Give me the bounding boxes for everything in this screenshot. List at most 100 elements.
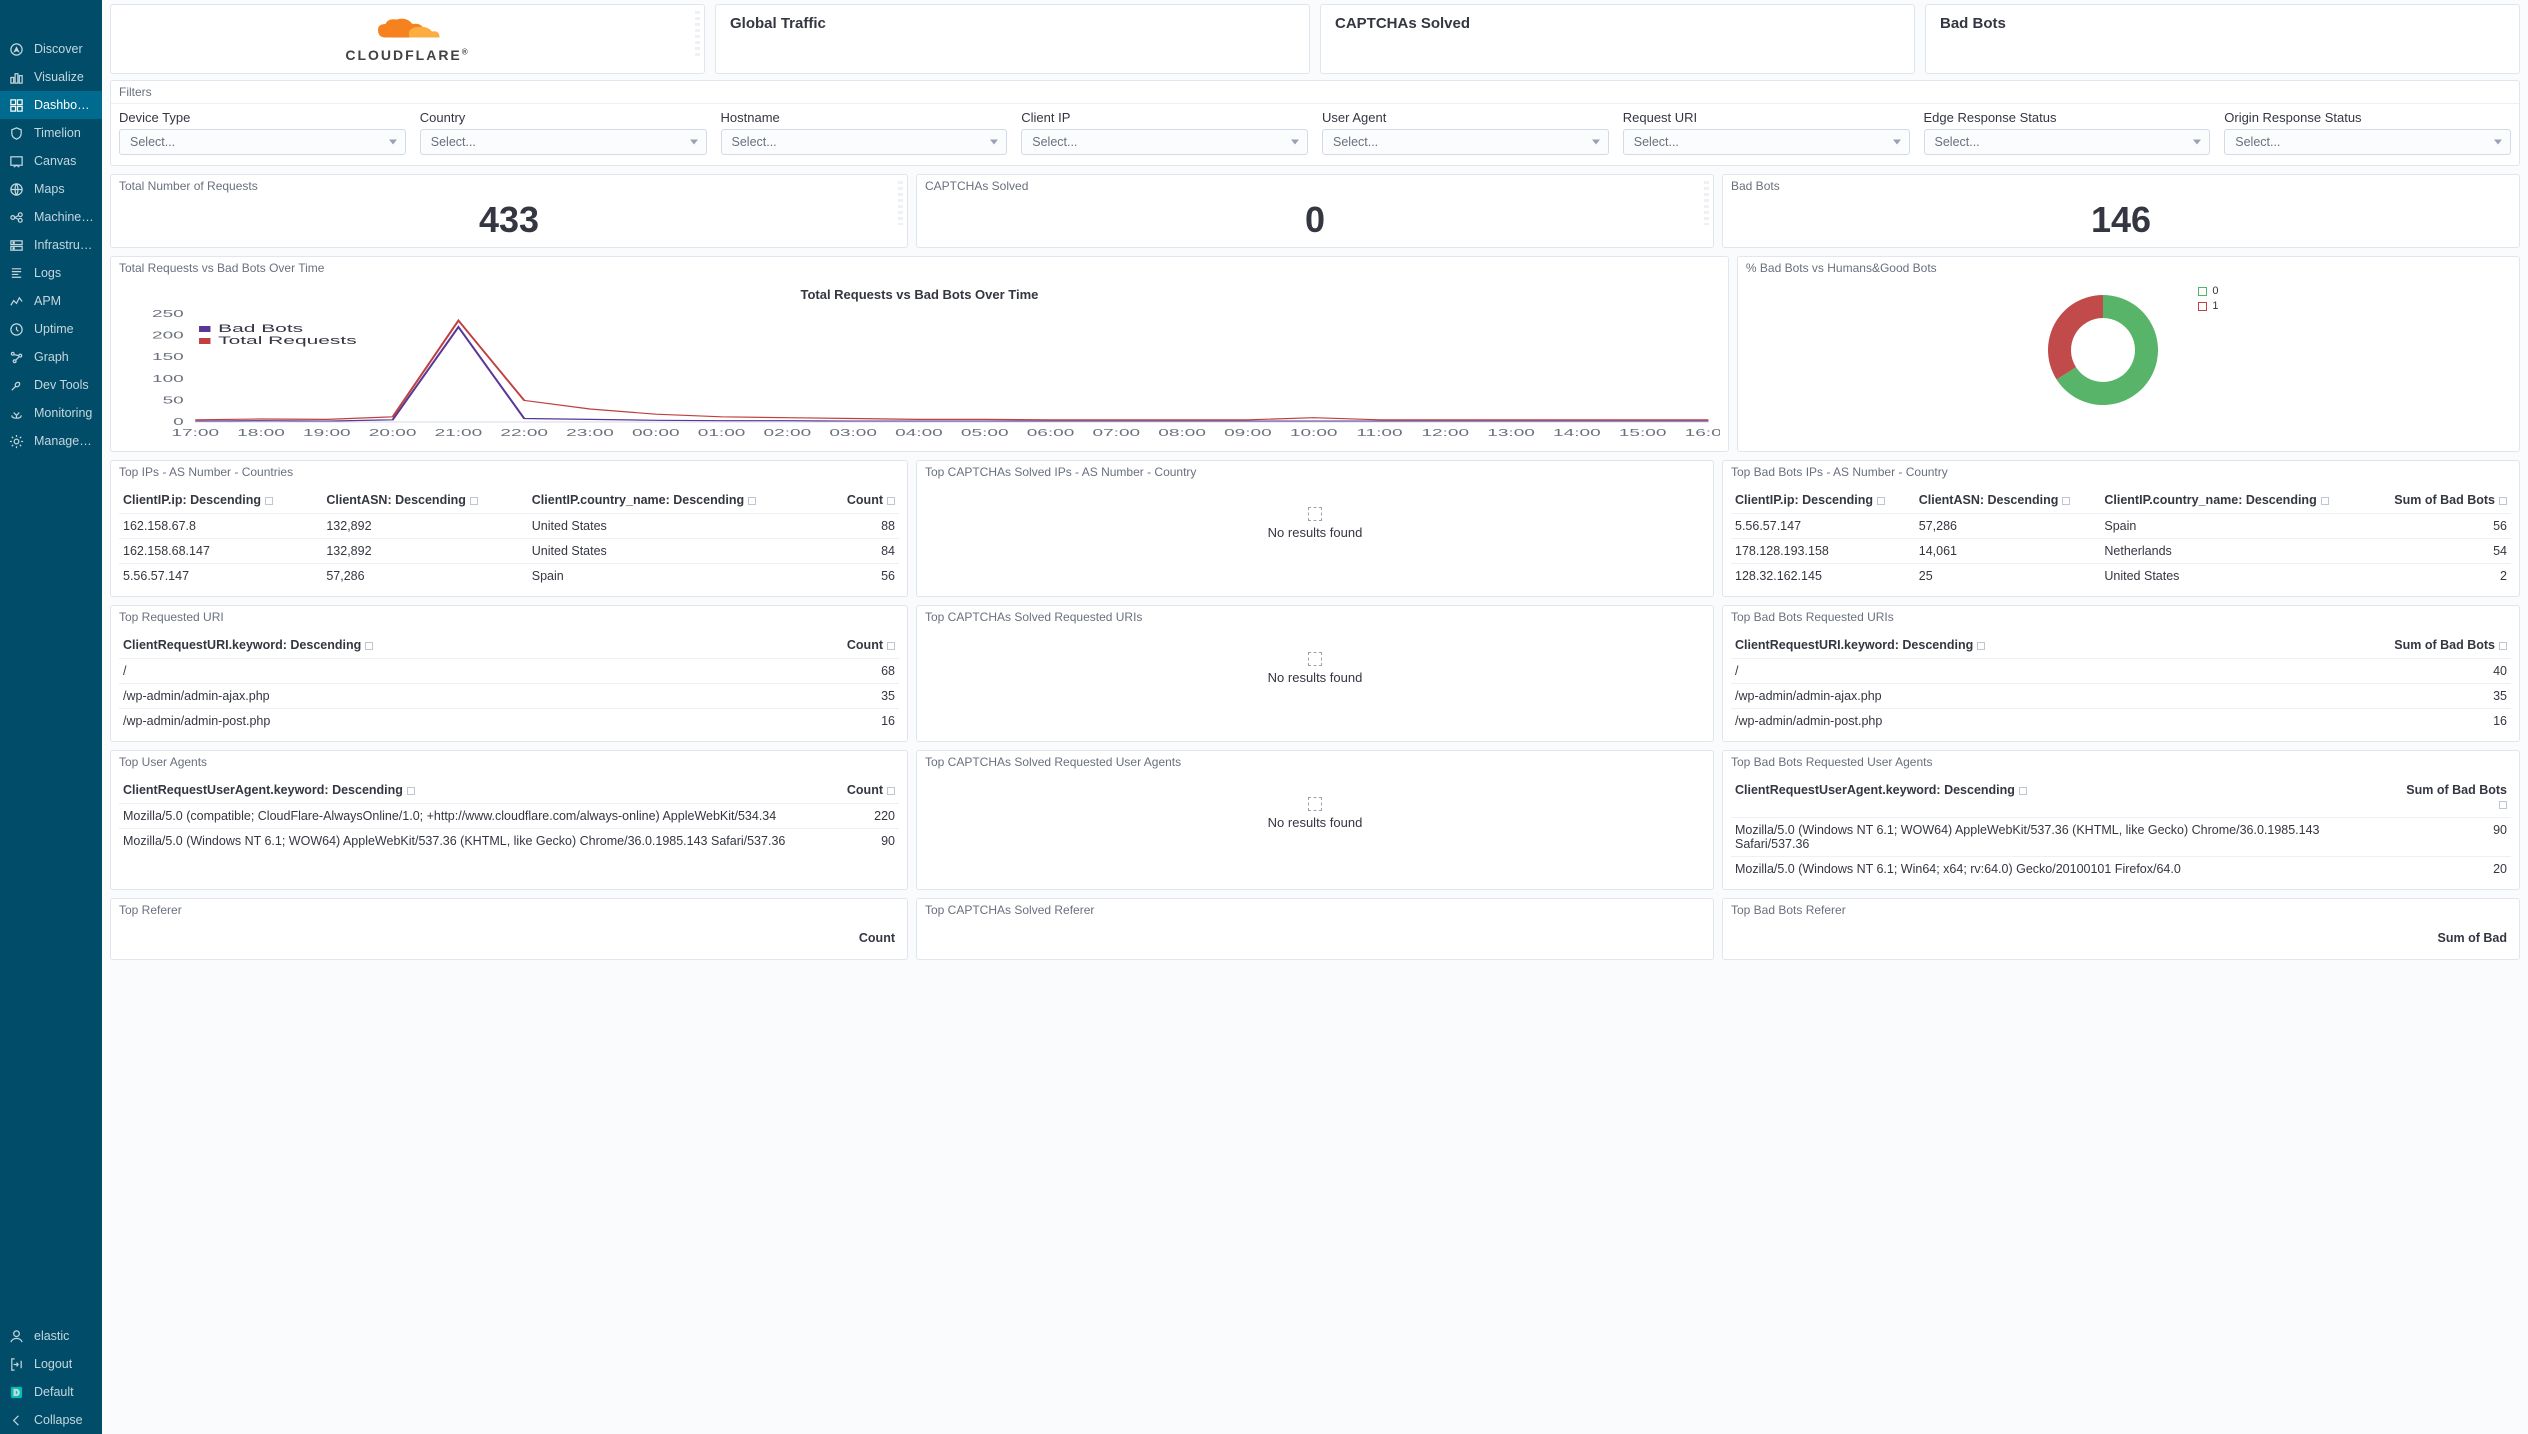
sidebar-footer-elastic[interactable]: elastic [0,1322,102,1350]
filter-select[interactable]: Select... [2224,129,2511,155]
table-req-uri[interactable]: ClientRequestURI.keyword: DescendingCoun… [119,632,899,733]
sort-handle-icon[interactable] [1877,497,1885,505]
column-header[interactable]: ClientASN: Descending [1915,487,2101,514]
table-referer[interactable]: Count [119,925,899,951]
sort-handle-icon[interactable] [365,642,373,650]
table-row[interactable]: 5.56.57.14757,286Spain56 [1731,514,2511,539]
panel-title: Total Requests vs Bad Bots Over Time [111,257,1728,279]
sidebar-item-logs[interactable]: Logs [0,259,102,287]
column-header[interactable]: ClientIP.ip: Descending [1731,487,1915,514]
sidebar-item-graph[interactable]: Graph [0,343,102,371]
table-row[interactable]: /wp-admin/admin-post.php16 [1731,709,2511,734]
column-header[interactable]: Count [827,487,899,514]
sidebar-item-maps[interactable]: Maps [0,175,102,203]
column-header[interactable]: ClientIP.country_name: Descending [2100,487,2370,514]
sidebar-item-management[interactable]: Management [0,427,102,455]
table-badbot-uri[interactable]: ClientRequestURI.keyword: DescendingSum … [1731,632,2511,733]
filter-select[interactable]: Select... [721,129,1008,155]
tab-captchas-solved[interactable]: CAPTCHAs Solved [1320,4,1915,74]
column-header[interactable]: ClientRequestURI.keyword: Descending [1731,632,2263,659]
table-row[interactable]: /wp-admin/admin-ajax.php35 [1731,684,2511,709]
filter-select[interactable]: Select... [1623,129,1910,155]
sort-handle-icon[interactable] [1977,642,1985,650]
sort-handle-icon[interactable] [2062,497,2070,505]
resize-handle-icon[interactable] [898,181,903,225]
table-row[interactable]: 5.56.57.14757,286Spain56 [119,564,899,589]
sort-handle-icon[interactable] [2499,801,2507,809]
table-ua[interactable]: ClientRequestUserAgent.keyword: Descendi… [119,777,899,853]
table-row[interactable]: 162.158.68.147132,892United States84 [119,539,899,564]
table-row[interactable]: Mozilla/5.0 (compatible; CloudFlare-Alwa… [119,804,899,829]
sort-handle-icon[interactable] [2499,642,2507,650]
table-row[interactable]: Mozilla/5.0 (Windows NT 6.1; WOW64) Appl… [1731,818,2511,857]
resize-handle-icon[interactable] [695,11,700,59]
sort-handle-icon[interactable] [887,642,895,650]
sidebar-item-apm[interactable]: APM [0,287,102,315]
sidebar-item-visualize[interactable]: Visualize [0,63,102,91]
sidebar-item-infrastructure[interactable]: Infrastructure [0,231,102,259]
table-row[interactable]: /wp-admin/admin-post.php16 [119,709,899,734]
table-badbot-referer[interactable]: Sum of Bad [1731,925,2511,951]
table-row[interactable]: /40 [1731,659,2511,684]
svg-text:05:00: 05:00 [961,427,1009,438]
sidebar-item-dashboard[interactable]: Dashboard [0,91,102,119]
donut-chart[interactable] [2038,285,2168,415]
column-header[interactable]: Sum of Bad Bots [2371,487,2511,514]
sidebar-footer-collapse[interactable]: Collapse [0,1406,102,1434]
table-cell: United States [2100,564,2370,589]
sort-handle-icon[interactable] [2499,497,2507,505]
sidebar-footer-logout[interactable]: Logout [0,1350,102,1378]
sort-handle-icon[interactable] [407,787,415,795]
column-header[interactable]: ClientIP.country_name: Descending [528,487,827,514]
resize-handle-icon[interactable] [1704,181,1709,225]
table-row[interactable]: /wp-admin/admin-ajax.php35 [119,684,899,709]
column-header[interactable]: ClientIP.ip: Descending [119,487,322,514]
table-badbot-ips[interactable]: ClientIP.ip: DescendingClientASN: Descen… [1731,487,2511,588]
column-header[interactable]: ClientRequestURI.keyword: Descending [119,632,760,659]
column-header[interactable]: Count [760,632,899,659]
column-header[interactable]: ClientRequestUserAgent.keyword: Descendi… [1731,777,2392,818]
table-row[interactable]: /68 [119,659,899,684]
sidebar-item-label: Management [34,434,94,448]
sidebar-item-timelion[interactable]: Timelion [0,119,102,147]
panel-top-badbot-ua: Top Bad Bots Requested User Agents Clien… [1722,750,2520,890]
table-row[interactable]: Mozilla/5.0 (Windows NT 6.1; Win64; x64;… [1731,857,2511,882]
sidebar-item-monitoring[interactable]: Monitoring [0,399,102,427]
sidebar-footer-default[interactable]: DDefault [0,1378,102,1406]
sidebar-item-dev-tools[interactable]: Dev Tools [0,371,102,399]
filter-select[interactable]: Select... [1021,129,1308,155]
sidebar-item-uptime[interactable]: Uptime [0,315,102,343]
column-header[interactable]: Count [839,777,899,804]
sort-handle-icon[interactable] [2321,497,2329,505]
sort-handle-icon[interactable] [887,497,895,505]
table-row[interactable]: 178.128.193.15814,061Netherlands54 [1731,539,2511,564]
sidebar-item-discover[interactable]: Discover [0,35,102,63]
tab-bad-bots[interactable]: Bad Bots [1925,4,2520,74]
table-badbot-ua[interactable]: ClientRequestUserAgent.keyword: Descendi… [1731,777,2511,881]
svg-text:19:00: 19:00 [303,427,351,438]
sidebar-item-label: Logs [34,266,61,280]
column-header[interactable]: ClientRequestUserAgent.keyword: Descendi… [119,777,839,804]
sort-handle-icon[interactable] [470,497,478,505]
filter-select[interactable]: Select... [420,129,707,155]
sort-handle-icon[interactable] [265,497,273,505]
table-cell: /wp-admin/admin-post.php [119,709,760,734]
line-chart[interactable]: 05010015020025017:0018:0019:0020:0021:00… [119,310,1720,440]
filter-select[interactable]: Select... [1924,129,2211,155]
sidebar-item-canvas[interactable]: Canvas [0,147,102,175]
sidebar-item-machine-le-[interactable]: Machine Le… [0,203,102,231]
table-row[interactable]: 162.158.67.8132,892United States88 [119,514,899,539]
sort-handle-icon[interactable] [887,787,895,795]
filter-select[interactable]: Select... [1322,129,1609,155]
table-cell: 56 [827,564,899,589]
table-row[interactable]: 128.32.162.14525United States2 [1731,564,2511,589]
sort-handle-icon[interactable] [2019,787,2027,795]
table-top-ips[interactable]: ClientIP.ip: DescendingClientASN: Descen… [119,487,899,588]
sort-handle-icon[interactable] [748,497,756,505]
filter-select[interactable]: Select... [119,129,406,155]
column-header[interactable]: Sum of Bad Bots [2263,632,2511,659]
column-header[interactable]: Sum of Bad Bots [2392,777,2511,818]
tab-global-traffic[interactable]: Global Traffic [715,4,1310,74]
column-header[interactable]: ClientASN: Descending [322,487,527,514]
table-row[interactable]: Mozilla/5.0 (Windows NT 6.1; WOW64) Appl… [119,829,899,854]
